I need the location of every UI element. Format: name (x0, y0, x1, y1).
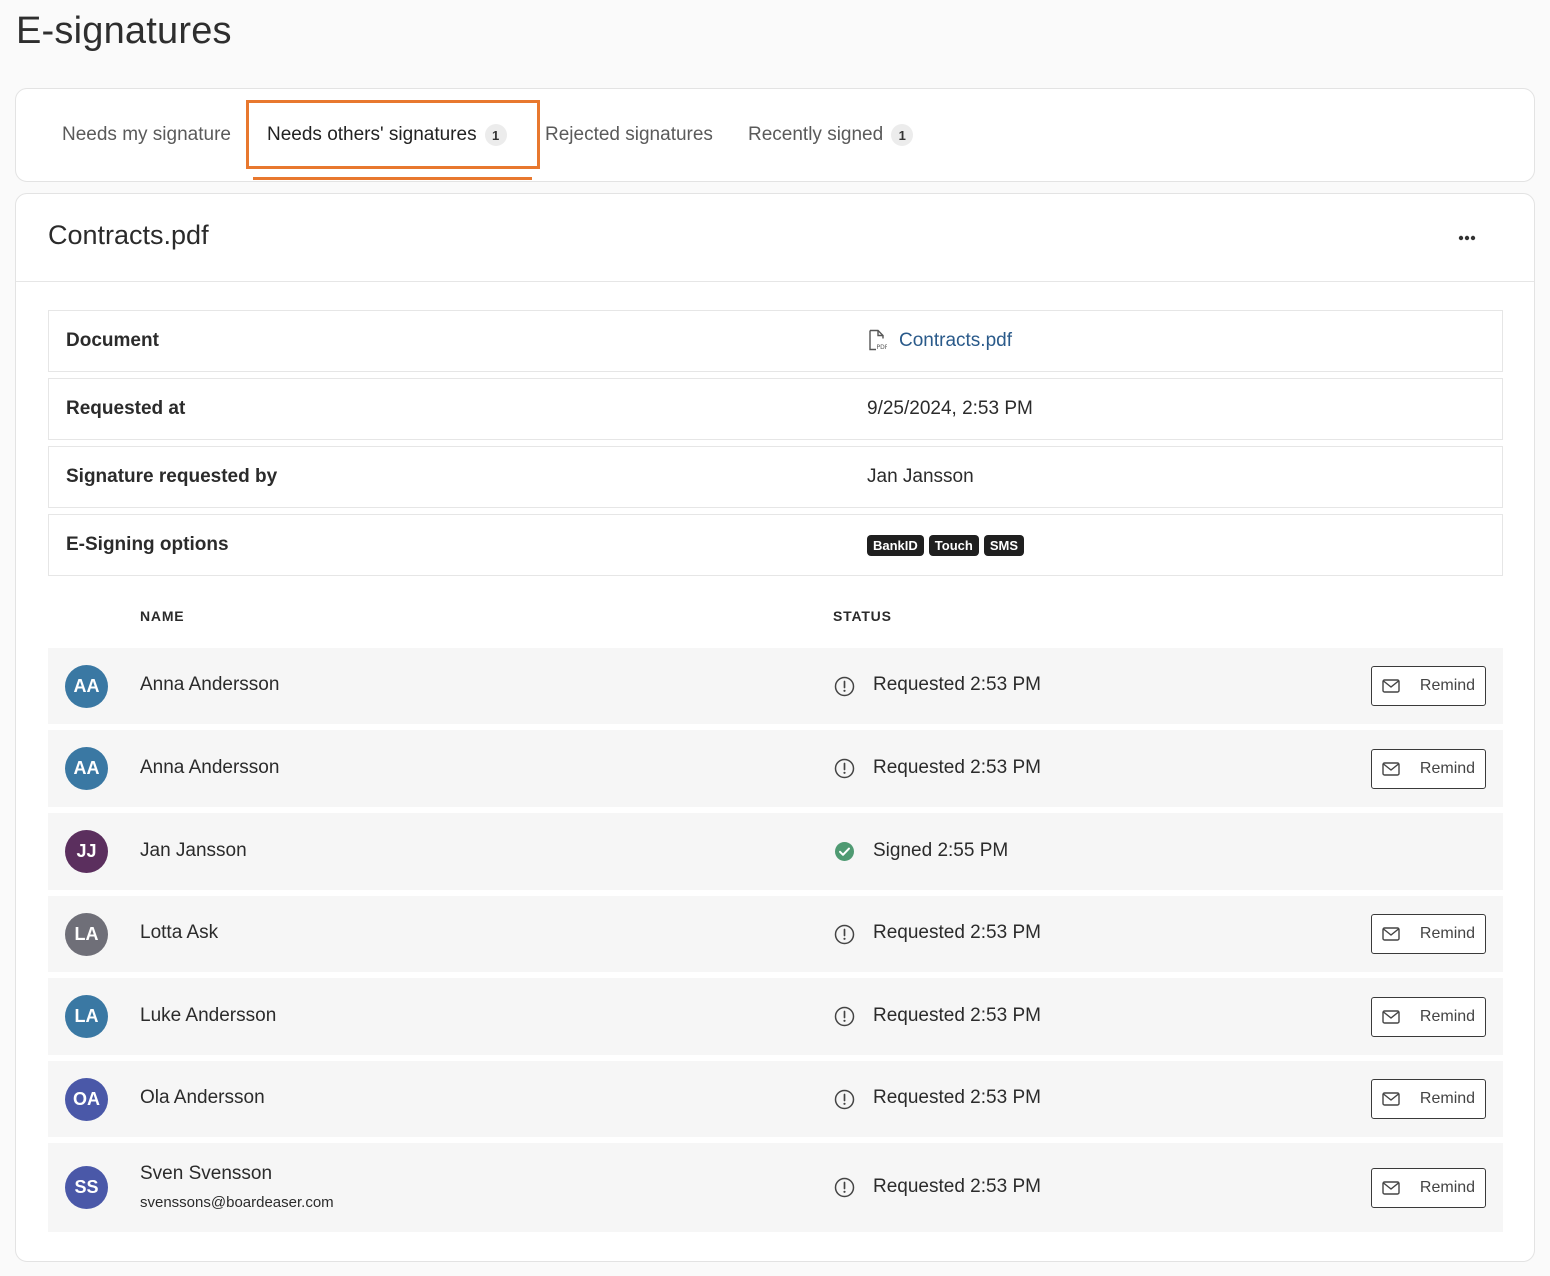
signing-option-chip: SMS (983, 534, 1024, 556)
count-badge: 1 (484, 124, 507, 146)
document-link[interactable]: Contracts.pdf (899, 330, 1012, 352)
signer-row: LA Luke Andersson Requested 2:53 PM Remind (48, 978, 1503, 1055)
mail-icon (1382, 1009, 1410, 1024)
remind-label: Remind (1419, 677, 1476, 694)
signer-status: Requested 2:53 PM (873, 1087, 1041, 1108)
detail-label: Document (66, 330, 159, 351)
mail-icon (1382, 927, 1410, 941)
mail-icon (1382, 679, 1410, 693)
tab-needs-others-signatures[interactable]: Needs others' signatures 1 (267, 89, 507, 181)
detail-label: E-Signing options (66, 534, 229, 555)
detail-value: 9/25/2024, 2:53 PM (867, 398, 1033, 419)
tab-label: Recently signed (748, 124, 884, 145)
remind-label: Remind (1419, 1007, 1476, 1025)
avatar: LA (65, 995, 108, 1038)
tab-recently-signed[interactable]: Recently signed 1 (748, 89, 914, 181)
signer-status: Requested 2:53 PM (873, 1004, 1041, 1026)
mail-icon (1382, 1180, 1410, 1195)
signer-status: Requested 2:53 PM (873, 1175, 1041, 1197)
detail-row-signing-options: E-Signing options BankID Touch SMS (48, 514, 1503, 576)
signature-request-card: Contracts.pdf Document PDF Contracts.pdf… (15, 193, 1535, 1262)
pending-status-icon (834, 758, 855, 779)
signer-name: Lotta Ask (140, 922, 219, 943)
count-badge: 1 (891, 124, 914, 146)
tabs-bar: Needs my signature Needs others' signatu… (15, 88, 1535, 182)
remind-button[interactable]: Remind (1371, 1167, 1486, 1208)
tab-needs-my-signature[interactable]: Needs my signature (62, 89, 231, 181)
remind-label: Remind (1419, 925, 1476, 942)
detail-value: Jan Jansson (867, 466, 974, 487)
signer-name: Ola Andersson (140, 1087, 265, 1108)
tab-rejected-signatures[interactable]: Rejected signatures (545, 89, 713, 181)
pending-status-icon (834, 1006, 855, 1027)
page-title: E-signatures (16, 10, 232, 52)
signer-row: AA Anna Andersson Requested 2:53 PM Remind (48, 730, 1503, 807)
signer-status: Signed 2:55 PM (873, 839, 1009, 861)
column-header-name: NAME (140, 608, 185, 624)
pending-status-icon (834, 924, 855, 945)
detail-row-requested-at: Requested at 9/25/2024, 2:53 PM (48, 378, 1503, 440)
pending-status-icon (834, 1177, 855, 1198)
remind-button[interactable]: Remind (1371, 666, 1486, 706)
signing-option-chip: Touch (928, 534, 979, 556)
pending-status-icon (834, 676, 855, 697)
avatar: AA (65, 747, 108, 790)
signing-option-chip: BankID (867, 534, 924, 556)
signer-email: svenssons@boardeaser.com (140, 1194, 334, 1211)
signer-row: SS Sven Svensson svenssons@boardeaser.com R… (48, 1143, 1503, 1232)
avatar: LA (65, 912, 108, 956)
card-title: Contracts.pdf (48, 220, 209, 250)
pending-status-icon (834, 1089, 855, 1110)
detail-row-requested-by: Signature requested by Jan Jansson (48, 446, 1503, 508)
remind-button[interactable]: Remind (1371, 1079, 1486, 1119)
remind-label: Remind (1419, 759, 1476, 777)
detail-label: Signature requested by (66, 466, 278, 487)
signer-name: Jan Jansson (140, 839, 247, 861)
tab-label: Needs others' signatures (267, 124, 477, 145)
signer-name: Sven Svensson (140, 1163, 273, 1184)
more-options-button[interactable] (1450, 222, 1484, 254)
card-header: Contracts.pdf (16, 194, 1534, 282)
mail-icon (1382, 761, 1410, 776)
signed-check-icon (834, 841, 855, 862)
remind-button[interactable]: Remind (1371, 996, 1486, 1037)
mail-icon (1382, 1092, 1410, 1106)
signer-row: OA Ola Andersson Requested 2:53 PM Remind (48, 1061, 1503, 1137)
signer-row: JJ Jan Jansson Signed 2:55 PM (48, 813, 1503, 890)
tab-label: Needs my signature (62, 124, 231, 145)
signer-row: AA Anna Andersson Requested 2:53 PM Remind (48, 648, 1503, 724)
remind-button[interactable]: Remind (1371, 748, 1486, 789)
svg-text:PDF: PDF (877, 344, 888, 351)
remind-button[interactable]: Remind (1371, 914, 1486, 954)
remind-label: Remind (1419, 1178, 1476, 1196)
signer-status: Requested 2:53 PM (873, 674, 1041, 695)
signer-status: Requested 2:53 PM (873, 922, 1041, 943)
remind-label: Remind (1419, 1090, 1476, 1107)
signer-row: LA Lotta Ask Requested 2:53 PM Remind (48, 896, 1503, 972)
signer-name: Anna Andersson (140, 756, 280, 778)
avatar: AA (65, 664, 108, 708)
detail-value: PDF Contracts.pdf (867, 311, 1012, 371)
column-header-status: STATUS (833, 608, 892, 624)
ellipsis-icon (1458, 235, 1476, 241)
tab-label: Rejected signatures (545, 124, 713, 145)
avatar: JJ (65, 830, 108, 873)
signer-name: Luke Andersson (140, 1004, 277, 1026)
signer-name: Anna Andersson (140, 674, 280, 695)
avatar: SS (65, 1166, 108, 1209)
signer-status: Requested 2:53 PM (873, 756, 1041, 778)
pdf-file-icon: PDF (867, 329, 889, 353)
signing-options: BankID Touch SMS (867, 515, 1029, 575)
avatar: OA (65, 1077, 108, 1121)
detail-row-document: Document PDF Contracts.pdf (48, 310, 1503, 372)
detail-label: Requested at (66, 398, 186, 419)
